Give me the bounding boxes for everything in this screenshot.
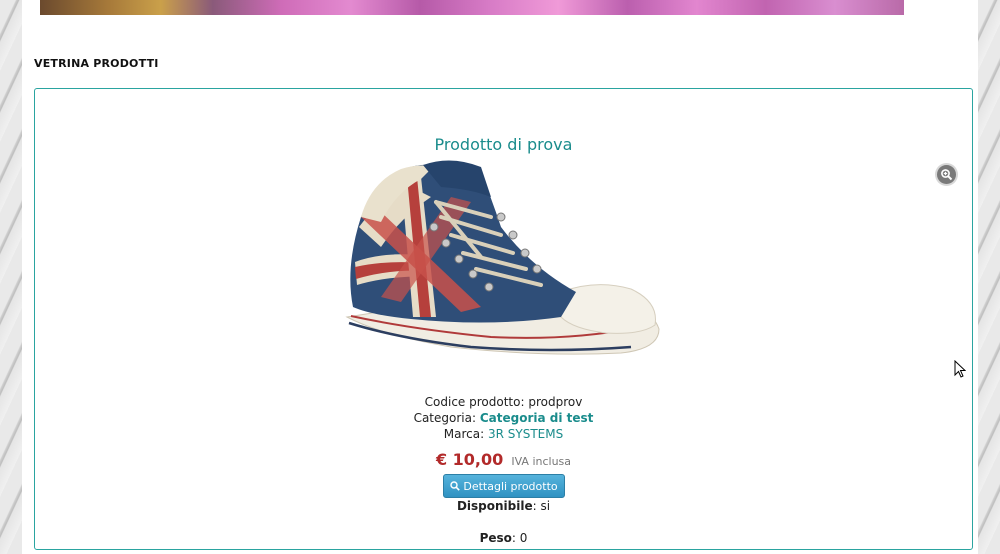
- product-code-label: Codice prodotto:: [424, 395, 525, 409]
- weight-value: 0: [519, 531, 528, 545]
- vat-note: IVA inclusa: [511, 455, 572, 468]
- product-image[interactable]: [341, 157, 666, 372]
- background-left: [0, 0, 22, 554]
- magnifier-icon: [450, 481, 461, 491]
- brand-label: Marca:: [443, 427, 485, 441]
- product-code-line: Codice prodotto: prodprov: [35, 395, 972, 409]
- page-content: VETRINA PRODOTTI Prodotto di prova Codic…: [22, 0, 978, 554]
- availability-line: Disponibile: si: [456, 499, 551, 513]
- availability-value: si: [540, 499, 551, 513]
- mouse-cursor-icon: [954, 360, 966, 378]
- product-name[interactable]: Prodotto di prova: [35, 135, 972, 154]
- weight-label: Peso: [479, 531, 512, 545]
- product-showcase-panel: Prodotto di prova Codice prodotto: prodp…: [34, 88, 973, 550]
- zoom-icon[interactable]: [937, 165, 956, 184]
- price-row: € 10,00 IVA inclusa: [35, 450, 972, 469]
- section-title: VETRINA PRODOTTI: [34, 57, 159, 70]
- availability-label: Disponibile: [456, 499, 533, 513]
- brand-link[interactable]: 3R SYSTEMS: [488, 427, 563, 441]
- details-button-label: Dettagli prodotto: [463, 479, 558, 493]
- weight-line: Peso: 0: [479, 531, 528, 545]
- category-link[interactable]: Categoria di test: [480, 411, 594, 425]
- product-category-line: Categoria: Categoria di test: [35, 411, 972, 425]
- background-right: [978, 0, 1000, 554]
- product-brand-line: Marca: 3R SYSTEMS: [35, 427, 972, 441]
- category-label: Categoria:: [413, 411, 477, 425]
- product-code-value: prodprov: [528, 395, 583, 409]
- product-details-button[interactable]: Dettagli prodotto: [443, 474, 565, 498]
- product-price: € 10,00: [435, 450, 504, 469]
- header-banner-image: [40, 0, 904, 15]
